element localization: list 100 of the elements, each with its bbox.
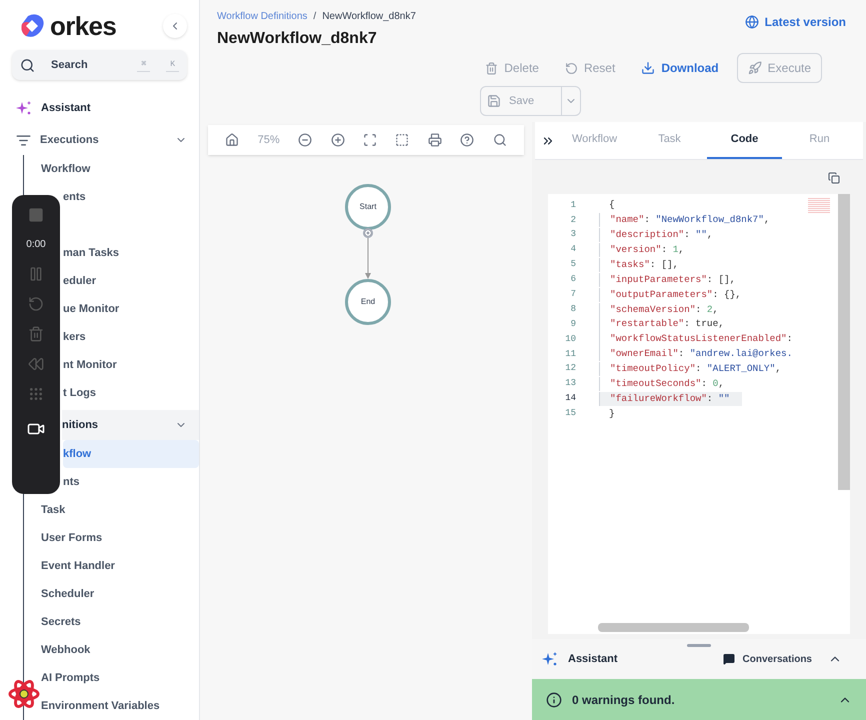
sidebar-item[interactable]: ents xyxy=(63,183,199,211)
sparkle-icon xyxy=(542,651,558,667)
line-number: 10 xyxy=(564,332,576,346)
search-field[interactable]: Search ⌘ K xyxy=(12,50,187,80)
status-message: 0 warnings found. xyxy=(572,692,676,708)
zoom-level: 75% xyxy=(258,132,280,148)
line-number: 13 xyxy=(564,377,576,390)
save-icon xyxy=(487,94,501,108)
sidebar-item[interactable]: man Tasks xyxy=(63,239,199,267)
code-line: "tasks": [], xyxy=(599,258,678,272)
sidebar-group[interactable]: nitions xyxy=(62,410,199,440)
sidebar-item[interactable]: Assistant xyxy=(0,94,199,122)
help-icon[interactable] xyxy=(460,133,474,147)
zoom-out-icon[interactable] xyxy=(298,133,312,147)
code-line: "outputParameters": {}, xyxy=(599,288,742,302)
zoom-in-icon[interactable] xyxy=(330,133,345,147)
code-line: "name": "NewWorkflow_d8nk7", xyxy=(599,213,770,228)
sparkle-icon xyxy=(16,100,32,116)
trash-icon xyxy=(485,62,498,74)
info-icon xyxy=(546,692,562,708)
sidebar-item-selected[interactable]: kflow xyxy=(63,440,199,468)
drag-handle-icon[interactable] xyxy=(687,644,711,647)
code-line: "inputParameters": [], xyxy=(599,272,736,288)
sidebar-item[interactable]: Scheduler xyxy=(41,580,199,608)
sidebar-item[interactable]: Workflow xyxy=(41,155,199,183)
sidebar-item[interactable]: Environment Variables xyxy=(41,692,199,720)
chat-icon xyxy=(722,653,735,665)
shortcut-key: K xyxy=(166,58,179,72)
save-label: Save xyxy=(509,94,534,109)
line-number: 3 xyxy=(570,228,576,242)
line-number: 2 xyxy=(570,214,576,227)
sidebar-item[interactable]: t Logs xyxy=(63,379,199,407)
line-number: 12 xyxy=(564,362,576,376)
fit-view-icon[interactable] xyxy=(363,133,377,147)
download-button[interactable]: Download xyxy=(633,53,727,83)
latest-version-link[interactable]: Latest version xyxy=(744,13,846,31)
line-number: 7 xyxy=(570,288,576,302)
line-number: 14 xyxy=(564,392,576,406)
minimap xyxy=(808,198,830,214)
sidebar-item[interactable]: eduler xyxy=(63,267,199,295)
list-icon xyxy=(16,132,31,148)
globe-icon xyxy=(744,15,759,29)
line-number: 15 xyxy=(564,407,576,420)
code-line: "description": "", xyxy=(599,228,713,242)
panel-tab[interactable]: Code xyxy=(707,122,782,159)
line-number: 11 xyxy=(564,348,576,361)
sidebar-item[interactable]: ue Monitor xyxy=(63,295,199,323)
line-number: 5 xyxy=(570,258,576,272)
breadcrumb-separator: / xyxy=(313,10,316,24)
sidebar-item[interactable]: nts xyxy=(63,468,199,496)
code-line: "schemaVersion": 2, xyxy=(599,302,718,317)
line-number: 9 xyxy=(570,318,576,331)
copy-icon[interactable] xyxy=(828,172,840,184)
recorder-time: 0:00 xyxy=(26,238,46,252)
code-line: "restartable": true, xyxy=(599,317,724,332)
sidebar-item[interactable]: Event Handler xyxy=(41,552,199,580)
search-icon[interactable] xyxy=(492,133,507,147)
line-number: 8 xyxy=(570,302,576,316)
sidebar-item[interactable]: User Forms xyxy=(41,524,199,552)
brand-name: orkes xyxy=(50,13,116,39)
search-placeholder: Search xyxy=(51,58,89,73)
line-number: 4 xyxy=(570,243,576,256)
bug-icon xyxy=(8,678,40,710)
line-number: 6 xyxy=(570,273,576,286)
breadcrumb-current: NewWorkflow_d8nk7 xyxy=(322,10,416,24)
shortcut-key: ⌘ xyxy=(137,58,150,72)
assistant-label: Assistant xyxy=(568,652,619,667)
select-icon[interactable] xyxy=(395,133,410,147)
sidebar-item[interactable]: Secrets xyxy=(41,608,199,636)
code-line: "timeoutSeconds": 0, xyxy=(599,377,724,392)
print-icon[interactable] xyxy=(428,133,442,147)
page-title: NewWorkflow_d8nk7 xyxy=(217,29,378,49)
workflow-node[interactable]: Start xyxy=(345,184,391,230)
sidebar-item[interactable]: nt Monitor xyxy=(63,351,199,379)
vertical-scrollbar[interactable] xyxy=(838,194,850,490)
sidebar-group[interactable]: Executions xyxy=(0,125,199,155)
code-line-highlighted: "failureWorkflow": "" xyxy=(599,392,742,406)
workflow-node[interactable]: End xyxy=(345,279,391,325)
restart-icon[interactable] xyxy=(28,296,44,312)
home-icon[interactable] xyxy=(225,133,240,147)
sidebar-item[interactable]: kers xyxy=(63,323,199,351)
code-line: "timeoutPolicy": "ALERT_ONLY", xyxy=(599,362,782,376)
code-line: } xyxy=(608,406,615,421)
code-line: { xyxy=(608,198,615,212)
code-line: "ownerEmail": "andrew.lai@orkes. xyxy=(599,347,792,362)
add-task-icon[interactable] xyxy=(363,228,373,238)
conversations-button[interactable]: Conversations xyxy=(742,652,812,666)
search-icon xyxy=(20,58,35,72)
code-line: "version": 1, xyxy=(599,242,684,258)
sidebar-item[interactable]: Webhook xyxy=(41,636,199,664)
reset-icon xyxy=(564,62,578,74)
code-line: "workflowStatusListenerEnabled": xyxy=(599,332,792,347)
line-number: 1 xyxy=(570,198,576,212)
download-icon xyxy=(641,61,656,75)
sidebar-item[interactable]: Task xyxy=(41,496,199,524)
rocket-icon xyxy=(748,61,762,75)
horizontal-scrollbar[interactable] xyxy=(598,623,749,632)
sidebar-item[interactable]: AI Prompts xyxy=(41,664,199,692)
sidebar-item-label: Assistant xyxy=(41,100,91,116)
connector-arrow xyxy=(365,238,371,279)
